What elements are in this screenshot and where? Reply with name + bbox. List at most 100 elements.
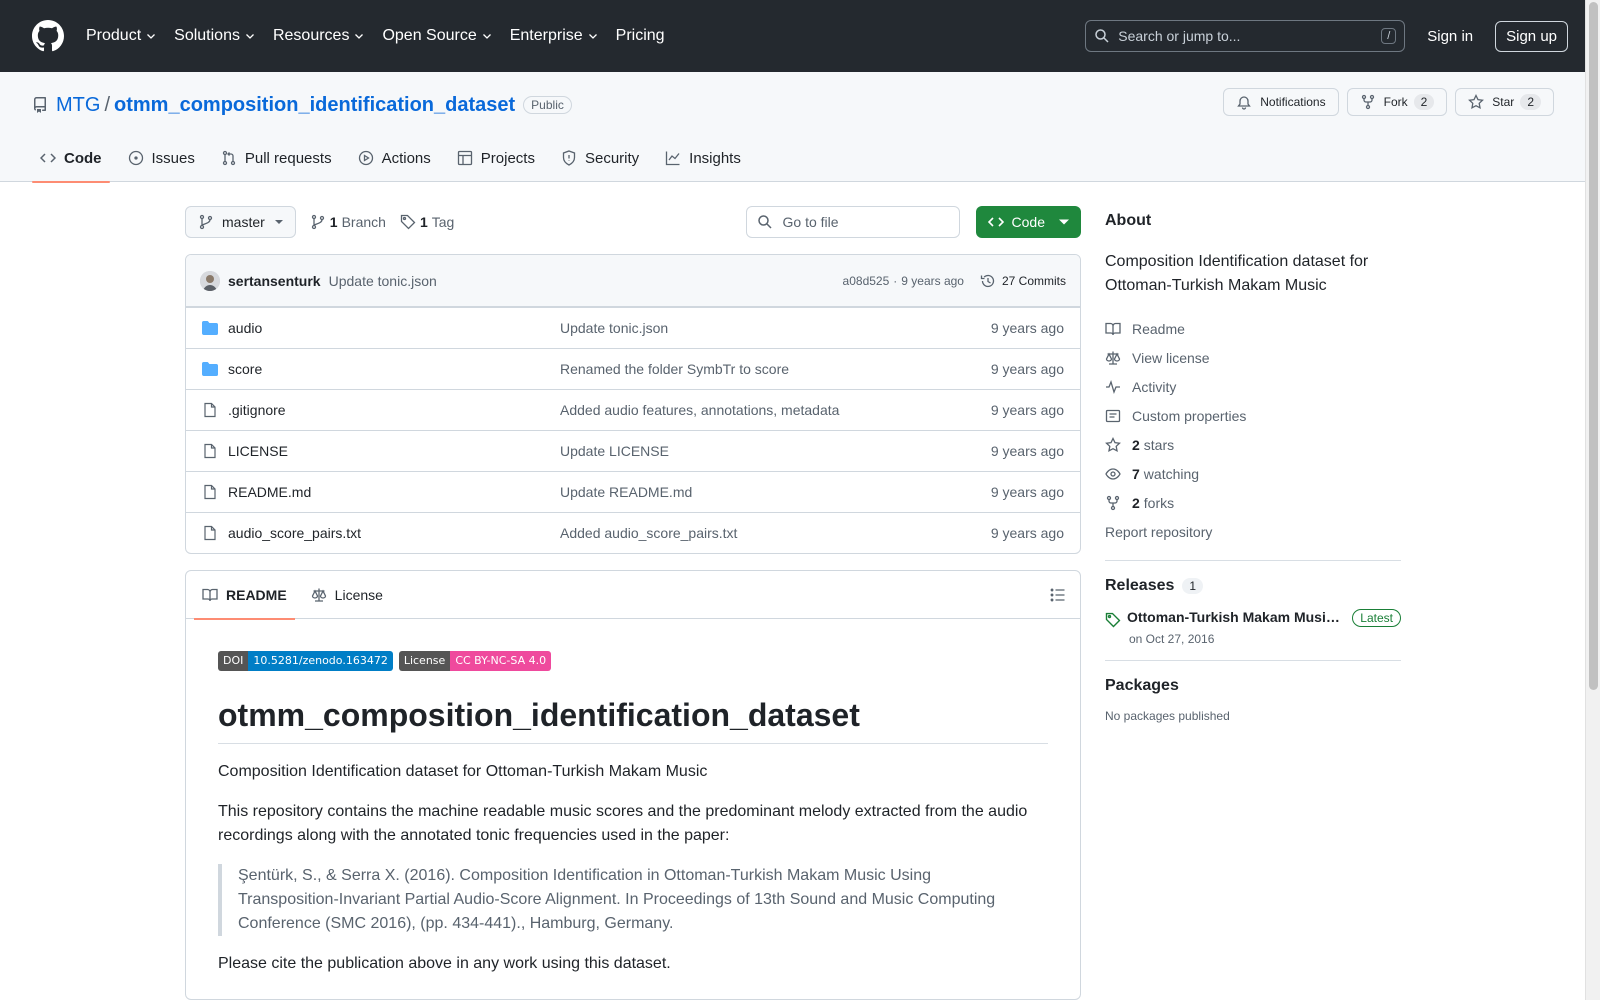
fork-count: 2 xyxy=(1413,94,1435,110)
activity-label: Activity xyxy=(1132,378,1177,395)
commit-message-link[interactable]: Update tonic.json xyxy=(329,273,437,289)
watching-link[interactable]: 7 watching xyxy=(1105,459,1401,488)
note-icon xyxy=(1105,409,1121,422)
nav-open-source[interactable]: Open Source xyxy=(382,27,492,45)
file-icon xyxy=(204,525,216,541)
tags-link[interactable]: 1 Tag xyxy=(400,214,454,230)
stars-link[interactable]: 2 stars xyxy=(1105,430,1401,459)
nav-solutions[interactable]: Solutions xyxy=(174,27,256,45)
star-button[interactable]: Star 2 xyxy=(1455,88,1554,116)
file-name-link[interactable]: README.md xyxy=(228,484,560,500)
file-commit-message[interactable]: Renamed the folder SymbTr to score xyxy=(560,361,991,377)
forks-count: 2 xyxy=(1132,494,1140,511)
packages-heading[interactable]: Packages xyxy=(1105,677,1401,695)
bell-icon xyxy=(1237,96,1252,110)
tag-label: Tag xyxy=(431,214,455,230)
readme-paragraph: This repository contains the machine rea… xyxy=(218,803,1028,844)
watching-count: 7 xyxy=(1132,465,1140,482)
activity-link[interactable]: Activity xyxy=(1105,372,1401,401)
tab-pull-requests[interactable]: Pull requests xyxy=(213,134,340,182)
sign-up-button[interactable]: Sign up xyxy=(1495,20,1568,52)
table-row[interactable]: LICENSE Update LICENSE 9 years ago xyxy=(186,430,1080,471)
commits-count-label: 27 Commits xyxy=(1001,273,1066,288)
tab-security[interactable]: Security xyxy=(553,134,647,182)
tab-pull-requests-label: Pull requests xyxy=(244,149,332,167)
latest-commit-bar: sertansenturk Update tonic.json a08d525 … xyxy=(186,255,1080,307)
commit-author-link[interactable]: sertansenturk xyxy=(228,273,321,289)
github-logo-icon[interactable] xyxy=(32,20,64,52)
fork-icon xyxy=(1106,495,1120,510)
releases-heading[interactable]: Releases 1 xyxy=(1105,577,1401,595)
fork-button[interactable]: Fork 2 xyxy=(1346,88,1448,116)
star-icon xyxy=(1468,94,1485,109)
readme-panel: README License DOI 10.5281/zenodo.163472 … xyxy=(185,570,1081,1000)
file-commit-message[interactable]: Added audio_score_pairs.txt xyxy=(560,525,991,541)
license-badge-value: CC BY-NC-SA 4.0 xyxy=(450,651,552,671)
custom-properties-link[interactable]: Custom properties xyxy=(1105,401,1401,430)
commits-history-link[interactable]: 27 Commits xyxy=(980,273,1066,289)
page-scrollbar[interactable] xyxy=(1585,0,1600,1000)
file-name-link[interactable]: score xyxy=(228,361,560,377)
nav-enterprise[interactable]: Enterprise xyxy=(510,27,599,45)
table-row[interactable]: README.md Update README.md 9 years ago xyxy=(186,471,1080,512)
doi-badge[interactable]: DOI 10.5281/zenodo.163472 xyxy=(218,651,393,671)
tab-license[interactable]: License xyxy=(303,571,391,619)
eye-icon xyxy=(1105,467,1121,480)
history-icon xyxy=(980,274,995,287)
avatar[interactable] xyxy=(200,270,220,291)
forks-link[interactable]: 2 forks xyxy=(1105,488,1401,517)
chevron-down-icon xyxy=(482,34,491,39)
readme-link[interactable]: Readme xyxy=(1105,314,1401,343)
nav-pricing[interactable]: Pricing xyxy=(616,27,665,45)
repo-owner-link[interactable]: MTG xyxy=(56,94,100,117)
fork-label: Fork xyxy=(1383,95,1408,109)
branches-link[interactable]: 1 Branch xyxy=(310,214,386,230)
notifications-button[interactable]: Notifications xyxy=(1223,88,1339,116)
file-commit-message[interactable]: Added audio features, annotations, metad… xyxy=(560,402,991,418)
tab-readme[interactable]: README xyxy=(194,571,295,620)
nav-resources[interactable]: Resources xyxy=(273,27,365,45)
readme-paragraph: Composition Identification dataset for O… xyxy=(218,763,708,780)
go-to-file-input[interactable]: Go to file xyxy=(745,206,960,238)
tab-actions[interactable]: Actions xyxy=(350,134,439,182)
report-repository-link[interactable]: Report repository xyxy=(1105,517,1401,546)
global-search-input[interactable]: Search or jump to... / xyxy=(1085,20,1406,52)
repo-sidebar: About Composition Identification dataset… xyxy=(1105,206,1401,723)
file-commit-message[interactable]: Update README.md xyxy=(560,484,991,500)
tab-insights[interactable]: Insights xyxy=(657,134,749,182)
file-name-link[interactable]: .gitignore xyxy=(228,402,560,418)
nav-product[interactable]: Product xyxy=(86,27,157,45)
code-dropdown-button[interactable]: Code xyxy=(975,206,1081,238)
table-icon xyxy=(457,150,472,166)
table-row[interactable]: .gitignore Added audio features, annotat… xyxy=(186,389,1080,430)
file-name-link[interactable]: audio xyxy=(228,320,560,336)
sign-in-link[interactable]: Sign in xyxy=(1427,28,1473,45)
user-avatar-icon xyxy=(200,270,220,291)
list-unordered-icon xyxy=(1050,588,1065,601)
release-item[interactable]: Ottoman-Turkish Makam Music Composition … xyxy=(1105,609,1401,628)
go-to-file-placeholder: Go to file xyxy=(782,214,839,230)
global-header: Product Solutions Resources Open Source … xyxy=(0,0,1600,72)
file-age: 9 years ago xyxy=(990,525,1064,541)
file-commit-message[interactable]: Update tonic.json xyxy=(560,320,991,336)
table-row[interactable]: score Renamed the folder SymbTr to score… xyxy=(186,348,1080,389)
file-name-link[interactable]: LICENSE xyxy=(228,443,560,459)
file-name-link[interactable]: audio_score_pairs.txt xyxy=(228,525,560,541)
scrollbar-thumb[interactable] xyxy=(1589,2,1598,690)
commit-hash-link[interactable]: a08d525 xyxy=(843,274,890,288)
branch-count: 1 xyxy=(329,214,338,230)
view-license-link[interactable]: View license xyxy=(1105,343,1401,372)
repo-name-link[interactable]: otmm_composition_identification_dataset xyxy=(114,94,515,117)
tab-issues[interactable]: Issues xyxy=(120,134,203,182)
outline-button[interactable] xyxy=(1044,581,1072,609)
file-commit-message[interactable]: Update LICENSE xyxy=(560,443,991,459)
branch-icon xyxy=(311,214,324,230)
pull-request-icon xyxy=(222,150,236,166)
tab-code[interactable]: Code xyxy=(32,134,110,183)
table-row[interactable]: audio_score_pairs.txt Added audio_score_… xyxy=(186,512,1080,553)
license-badge[interactable]: License CC BY-NC-SA 4.0 xyxy=(398,651,552,671)
file-icon xyxy=(204,484,216,500)
tab-projects[interactable]: Projects xyxy=(449,134,543,182)
table-row[interactable]: audio Update tonic.json 9 years ago xyxy=(186,307,1080,348)
branch-select-button[interactable]: master xyxy=(185,206,296,238)
